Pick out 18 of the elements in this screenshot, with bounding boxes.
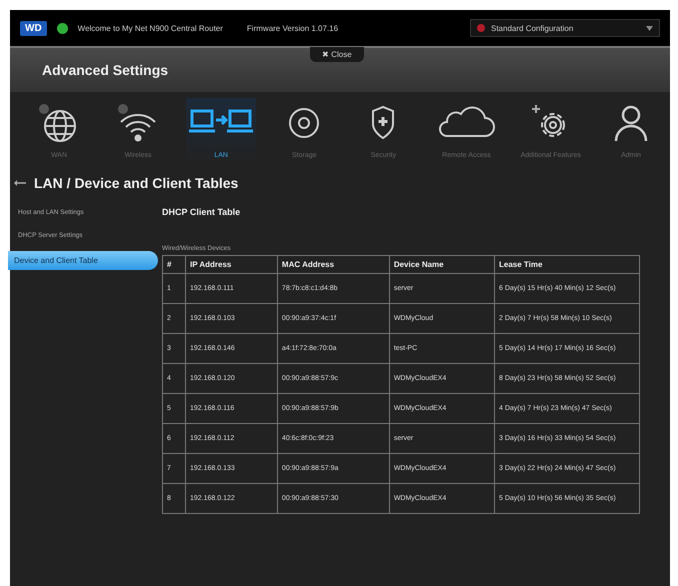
sidebar-item[interactable]: Device and Client Table (8, 251, 158, 270)
page-heading: Advanced Settings (42, 62, 168, 78)
column-header: Device Name (389, 256, 494, 274)
section-title: DHCP Client Table (162, 207, 242, 217)
firmware-version: Firmware Version 1.07.16 (246, 24, 338, 32)
wd-logo: WD (20, 20, 47, 36)
column-header: Lease Time (494, 256, 640, 274)
welcome-text: Welcome to My Net N900 Central Router (78, 24, 223, 32)
close-button[interactable]: ✖ Close (310, 47, 364, 62)
caret-icon (646, 26, 653, 30)
status-dot-icon (477, 24, 485, 32)
status-icon (56, 22, 68, 34)
configuration-dropdown[interactable]: Standard Configuration (470, 19, 660, 37)
column-header: MAC Address (277, 256, 390, 274)
column-header: # (162, 256, 186, 274)
back-arrow-icon[interactable] (14, 180, 26, 186)
column-header: IP Address (186, 256, 278, 274)
page-title: LAN / Device and Client Tables (34, 175, 238, 191)
